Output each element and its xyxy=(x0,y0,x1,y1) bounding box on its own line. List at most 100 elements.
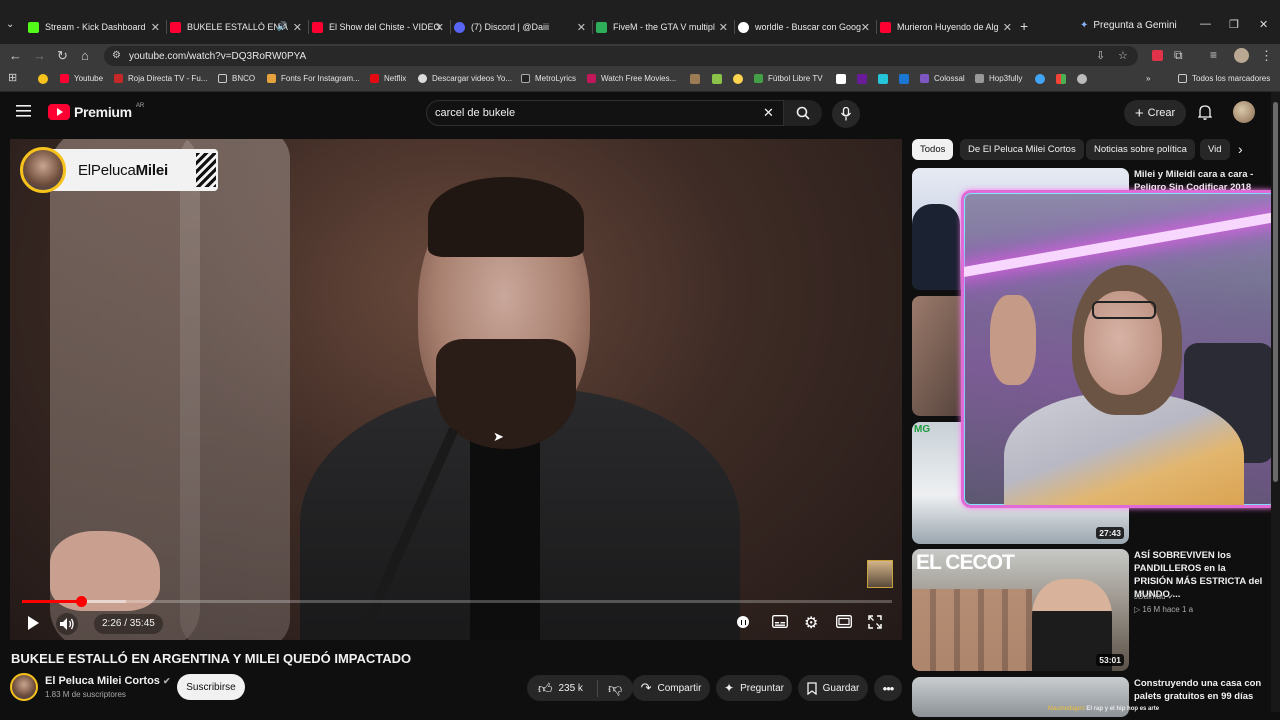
bookmark-star-icon[interactable]: ☆ xyxy=(1118,49,1128,62)
bookmark-metrolyrics[interactable]: MetroLyrics xyxy=(521,74,576,83)
clear-search-icon[interactable]: ✕ xyxy=(763,105,774,121)
save-button[interactable]: Guardar xyxy=(798,675,868,701)
bookmark-watch-free[interactable]: Watch Free Movies... xyxy=(587,74,676,83)
theater-mode-button[interactable] xyxy=(836,615,852,628)
emoji-bookmark-icon[interactable] xyxy=(38,74,48,84)
play-button[interactable] xyxy=(26,615,40,631)
media-controls-icon[interactable]: ≡ xyxy=(1210,48,1217,62)
bookmark-roja-directa[interactable]: Roja Directa TV - Fu... xyxy=(114,74,207,83)
chip-channel[interactable]: De El Peluca Milei Cortos xyxy=(960,139,1084,160)
like-button[interactable]: 👍︎ 235 k xyxy=(538,679,598,697)
recommendation-channel[interactable]: JDalmau ✔ xyxy=(1134,592,1174,601)
install-app-icon[interactable]: ⇩ xyxy=(1096,49,1105,62)
forward-icon[interactable]: → xyxy=(33,48,46,63)
bookmark-hop3fully[interactable]: Hop3fully xyxy=(975,74,1022,83)
chrome-menu-icon[interactable]: ⋮ xyxy=(1260,48,1273,64)
create-button[interactable]: + Crear xyxy=(1124,100,1186,126)
bookmark-netflix[interactable]: Netflix xyxy=(370,74,406,83)
chip-all[interactable]: Todos xyxy=(912,139,954,160)
tab-fivem[interactable]: FiveM - the GTA V multipl ✕ xyxy=(596,15,732,39)
bookmark-icon[interactable] xyxy=(836,74,846,84)
home-icon[interactable]: ⌂ xyxy=(81,48,89,63)
thumbs-down-icon[interactable]: 👎︎ xyxy=(604,680,622,697)
apps-grid-icon[interactable]: ⊞ xyxy=(8,71,17,84)
bookmark-colossal[interactable]: Colossal xyxy=(920,74,965,83)
tab-discord[interactable]: (7) Discord | @Daiii ✕ xyxy=(454,15,590,39)
youtube-logo[interactable]: Premium AR xyxy=(48,103,144,120)
bookmark-bnco[interactable]: BNCO xyxy=(218,74,255,83)
globe-icon[interactable] xyxy=(1077,74,1087,84)
chip-politics[interactable]: Noticias sobre política xyxy=(1086,139,1195,160)
close-tab-icon[interactable]: ✕ xyxy=(577,21,586,34)
recommendation-title[interactable]: Construyendo una casa con palets gratuit… xyxy=(1134,677,1266,703)
speaker-icon[interactable]: 🔊 xyxy=(277,21,288,32)
tab-divider xyxy=(876,20,877,34)
bookmark-icon[interactable] xyxy=(899,74,909,84)
more-bookmarks-icon[interactable]: » xyxy=(1146,74,1150,83)
tab-worldle[interactable]: worldle - Buscar con Goog ✕ xyxy=(738,15,874,39)
bookmark-icon[interactable] xyxy=(1035,74,1045,84)
fullscreen-button[interactable] xyxy=(868,615,882,629)
channel-name[interactable]: El Peluca Milei Cortos ✔ xyxy=(45,675,171,687)
notifications-bell-icon[interactable] xyxy=(1198,104,1212,120)
account-avatar[interactable] xyxy=(1233,101,1255,123)
restore-button[interactable]: ❐ xyxy=(1229,18,1239,31)
page-scrollbar[interactable] xyxy=(1271,92,1280,712)
channel-avatar[interactable] xyxy=(10,673,38,701)
menu-icon[interactable] xyxy=(16,104,32,118)
profile-avatar[interactable] xyxy=(1234,48,1249,63)
close-tab-icon[interactable]: ✕ xyxy=(719,21,728,34)
chip-videos[interactable]: Vid xyxy=(1200,139,1230,160)
minimize-button[interactable]: — xyxy=(1200,18,1211,30)
share-button[interactable]: ↷ Compartir xyxy=(632,675,710,701)
settings-gear-icon[interactable]: ⚙ xyxy=(804,613,818,633)
pause-icon xyxy=(740,619,746,625)
progress-bar[interactable] xyxy=(22,596,892,607)
close-tab-icon[interactable]: ✕ xyxy=(293,21,302,34)
bookmark-youtube[interactable]: Youtube xyxy=(60,74,103,83)
voice-search-button[interactable] xyxy=(832,100,860,128)
bookmark-descargar[interactable]: Descargar videos Yo... xyxy=(418,74,512,83)
autoplay-toggle[interactable] xyxy=(737,616,749,628)
tab-bukele[interactable]: BUKELE ESTALLÓ EN A 🔊 ✕ xyxy=(170,15,306,39)
extensions-puzzle-icon[interactable]: ⧉ xyxy=(1174,48,1183,63)
microsoft-icon[interactable] xyxy=(1056,74,1066,84)
close-tab-icon[interactable]: ✕ xyxy=(435,21,444,34)
bookmark-fonts[interactable]: Fonts For Instagram... xyxy=(267,74,360,83)
extension-icon[interactable] xyxy=(1152,50,1163,61)
volume-button[interactable] xyxy=(56,613,78,635)
tab-kick[interactable]: Stream - Kick Dashboard ✕ xyxy=(28,15,164,39)
tab-show-chiste[interactable]: El Show del Chiste - VIDEO ✕ xyxy=(312,15,448,39)
more-actions-button[interactable]: ••• xyxy=(874,675,902,701)
channel-branding-thumbnail[interactable] xyxy=(867,560,893,588)
subtitles-button[interactable] xyxy=(772,615,788,628)
gemini-button[interactable]: ✦ Pregunta a Gemini xyxy=(1080,20,1177,31)
close-tab-icon[interactable]: ✕ xyxy=(861,21,870,34)
reload-icon[interactable]: ↻ xyxy=(57,48,68,64)
close-tab-icon[interactable]: ✕ xyxy=(151,21,160,34)
chevron-right-icon[interactable]: › xyxy=(1238,141,1243,157)
close-tab-icon[interactable]: ✕ xyxy=(1003,21,1012,34)
all-bookmarks[interactable]: Todos los marcadores xyxy=(1178,74,1270,83)
search-button[interactable] xyxy=(784,100,822,126)
bookmark-icon[interactable] xyxy=(878,74,888,84)
bookmark-icon[interactable] xyxy=(857,74,867,84)
bookmark-futbol-libre[interactable]: Fútbol Libre TV xyxy=(754,74,823,83)
bookmark-icon[interactable] xyxy=(712,74,722,84)
address-bar[interactable]: ⚙ youtube.com/watch?v=DQ3RoRW0PYA ⇩ ☆ xyxy=(104,46,1138,66)
ask-button[interactable]: ✦ Preguntar xyxy=(716,675,792,701)
channel-watermark-badge: ElPelucaMilei xyxy=(20,147,218,193)
tab-murieron[interactable]: Murieron Huyendo de Alg ✕ xyxy=(880,15,1016,39)
new-tab-button[interactable]: + xyxy=(1020,18,1028,34)
back-icon[interactable]: ← xyxy=(9,48,22,63)
close-window-button[interactable]: ✕ xyxy=(1259,18,1268,31)
bookmark-icon[interactable] xyxy=(733,74,743,84)
scrollbar-thumb[interactable] xyxy=(1273,102,1278,482)
video-player[interactable]: ElPelucaMilei ➤ 2:26 / 35:45 ⚙ xyxy=(10,139,902,640)
site-info-icon[interactable]: ⚙ xyxy=(112,50,121,61)
bookmark-icon[interactable] xyxy=(690,74,700,84)
recommendation-thumbnail[interactable]: EL CECOT 53:01 xyxy=(912,549,1129,671)
search-input[interactable]: carcel de bukele ✕ xyxy=(426,100,784,126)
tab-search-icon[interactable]: ⌄ xyxy=(6,19,14,30)
subscribe-button[interactable]: Suscribirse xyxy=(177,674,245,700)
